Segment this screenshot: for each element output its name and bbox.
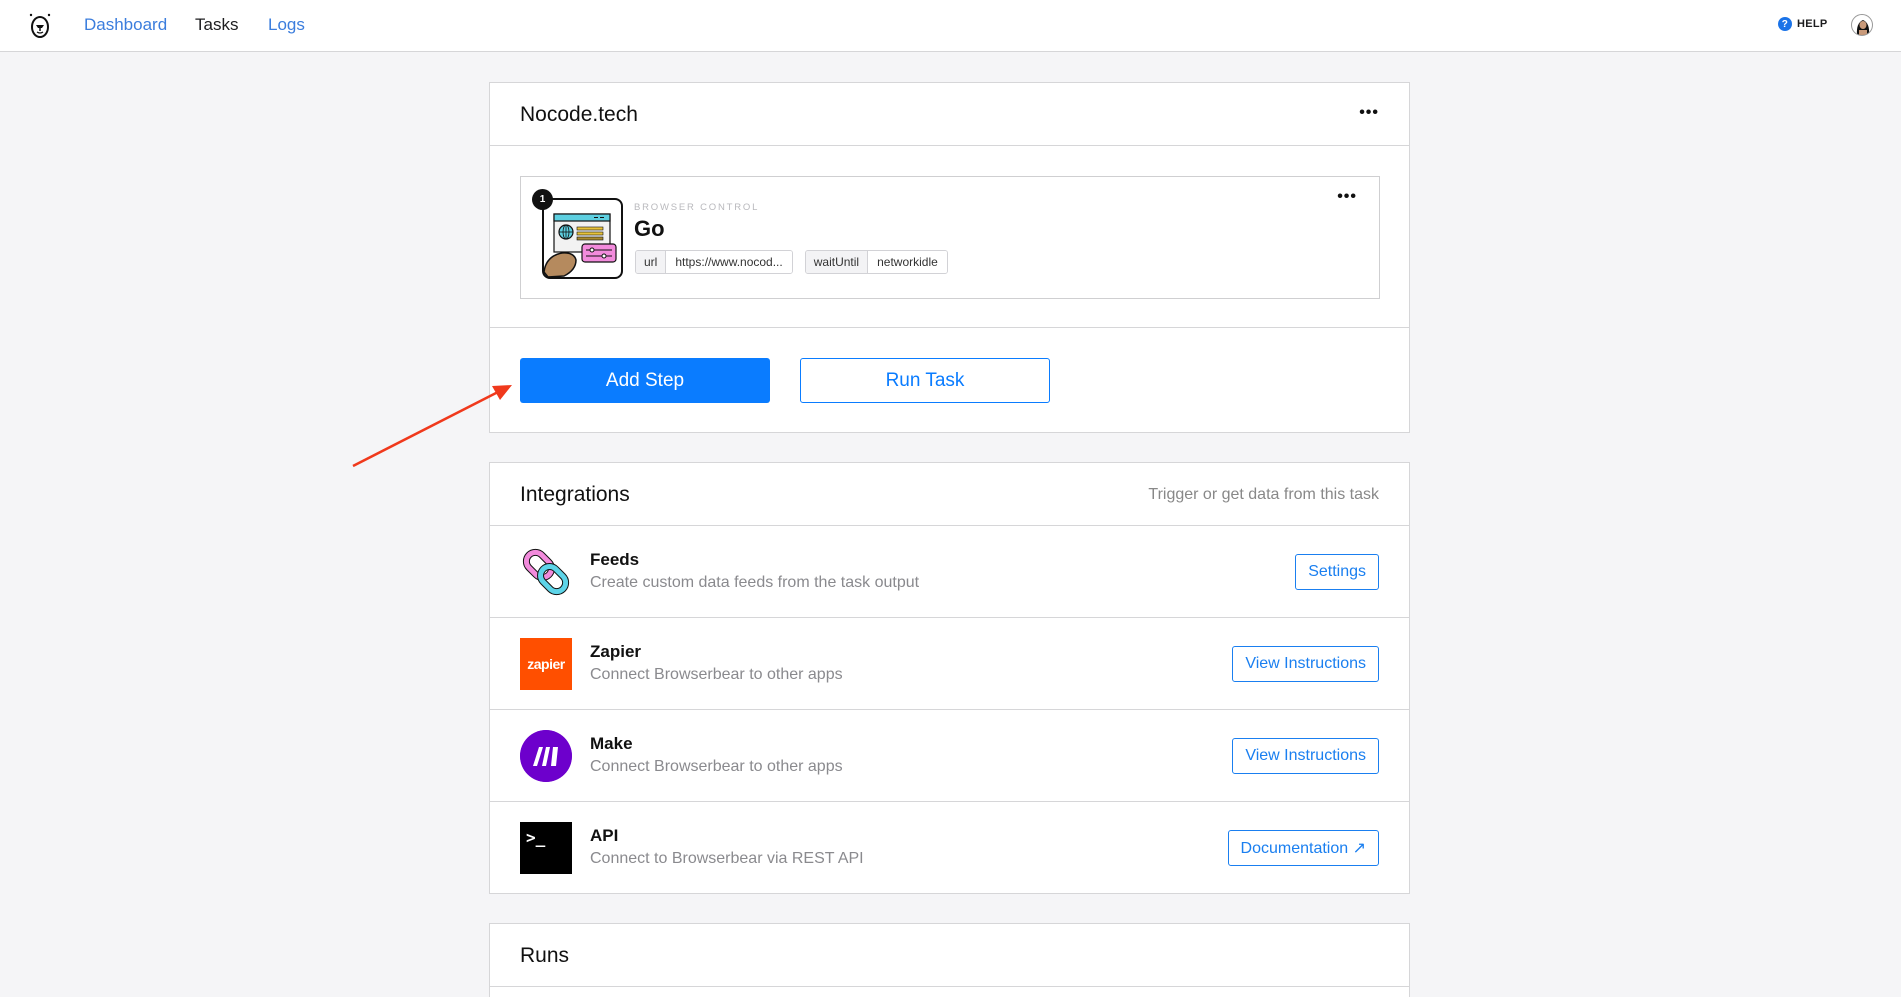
integration-row-zapier: zapier Zapier Connect Browserbear to oth… bbox=[490, 618, 1409, 710]
step-number-badge: 1 bbox=[532, 189, 553, 210]
runs-header: Runs bbox=[490, 924, 1409, 987]
run-task-button[interactable]: Run Task bbox=[800, 358, 1050, 403]
integration-name: Zapier bbox=[590, 642, 642, 661]
nav-link-logs[interactable]: Logs bbox=[268, 15, 305, 35]
step-more-menu-icon[interactable]: ••• bbox=[1337, 189, 1357, 205]
param-url: url https://www.nocod... bbox=[635, 250, 793, 274]
integration-row-api: >_ API Connect to Browserbear via REST A… bbox=[490, 802, 1409, 894]
integration-name: API bbox=[590, 826, 619, 845]
task-card: Nocode.tech ••• 1 BROWSER CONTROL Go url… bbox=[489, 82, 1410, 433]
runs-card: Runs bbox=[489, 923, 1410, 997]
param-key: waitUntil bbox=[805, 251, 869, 273]
chain-link-icon bbox=[522, 548, 570, 596]
make-view-instructions-button[interactable]: View Instructions bbox=[1232, 738, 1379, 774]
api-documentation-button[interactable]: Documentation ↗ bbox=[1227, 830, 1379, 866]
integration-name: Feeds bbox=[590, 550, 640, 569]
step-card[interactable]: 1 BROWSER CONTROL Go url https://www.noc… bbox=[520, 176, 1380, 299]
param-waituntil: waitUntil networkidle bbox=[804, 250, 948, 274]
integration-row-feeds: Feeds Create custom data feeds from the … bbox=[490, 526, 1409, 618]
step-title: Go bbox=[634, 216, 665, 241]
step-params: url https://www.nocod... waitUntil netwo… bbox=[635, 250, 948, 274]
integration-desc: Connect Browserbear to other apps bbox=[590, 758, 843, 775]
zapier-logo-icon: zapier bbox=[520, 638, 572, 690]
param-key: url bbox=[636, 251, 667, 273]
nav-link-tasks[interactable]: Tasks bbox=[195, 15, 238, 35]
param-value: networkidle bbox=[868, 251, 947, 273]
make-logo-icon bbox=[520, 730, 572, 782]
task-card-header: Nocode.tech ••• bbox=[490, 83, 1409, 146]
integrations-header: Integrations Trigger or get data from th… bbox=[490, 463, 1409, 526]
terminal-icon: >_ bbox=[520, 822, 572, 874]
integration-row-make: Make Connect Browserbear to other apps V… bbox=[490, 710, 1409, 802]
user-avatar[interactable] bbox=[1851, 14, 1873, 36]
integrations-title: Integrations bbox=[520, 483, 630, 506]
nav-link-dashboard[interactable]: Dashboard bbox=[84, 15, 167, 35]
top-nav: Dashboard Tasks Logs ? HELP bbox=[0, 0, 1901, 52]
param-value: https://www.nocod... bbox=[666, 251, 792, 273]
task-more-menu-icon[interactable]: ••• bbox=[1359, 105, 1379, 121]
steps-list: 1 BROWSER CONTROL Go url https://www.noc… bbox=[490, 146, 1409, 328]
task-title: Nocode.tech bbox=[520, 103, 638, 126]
integrations-subtitle: Trigger or get data from this task bbox=[1148, 486, 1379, 503]
help-circle-icon: ? bbox=[1778, 17, 1792, 31]
zapier-view-instructions-button[interactable]: View Instructions bbox=[1232, 646, 1379, 682]
integration-name: Make bbox=[590, 734, 633, 753]
runs-title: Runs bbox=[520, 944, 570, 967]
help-button[interactable]: ? HELP bbox=[1778, 17, 1828, 31]
browserbear-logo-icon[interactable] bbox=[28, 13, 52, 39]
integration-desc: Connect to Browserbear via REST API bbox=[590, 850, 864, 867]
avatar-image-icon bbox=[1856, 20, 1870, 35]
step-category: BROWSER CONTROL bbox=[634, 202, 760, 213]
browser-window-icon bbox=[542, 198, 623, 279]
integrations-card: Integrations Trigger or get data from th… bbox=[489, 462, 1410, 894]
add-step-button[interactable]: Add Step bbox=[520, 358, 770, 403]
integration-desc: Create custom data feeds from the task o… bbox=[590, 574, 920, 591]
feeds-settings-button[interactable]: Settings bbox=[1295, 554, 1379, 590]
integration-desc: Connect Browserbear to other apps bbox=[590, 666, 843, 683]
help-label: HELP bbox=[1797, 18, 1828, 30]
